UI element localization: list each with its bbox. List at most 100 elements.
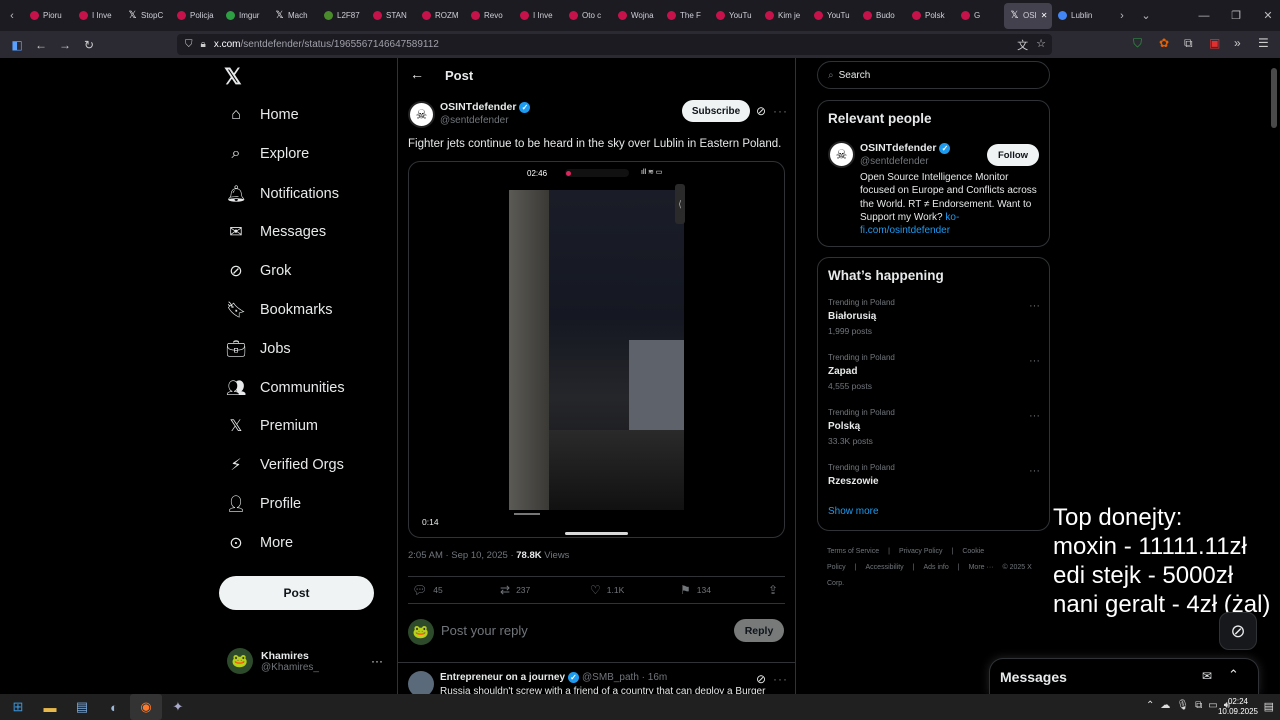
- search-input[interactable]: ⌕ Search: [817, 61, 1050, 89]
- author-name[interactable]: OSINTdefender ✓: [440, 101, 531, 113]
- comment-more-icon[interactable]: ···: [773, 672, 788, 686]
- browser-tab[interactable]: The F: [661, 3, 710, 29]
- app-icon-2[interactable]: ✦: [162, 694, 194, 720]
- video-player[interactable]: 02:46 ıll ≋ ▭ ⟨ 0:14: [408, 161, 785, 538]
- trend-more-icon[interactable]: ···: [1029, 410, 1040, 422]
- bookmark-action[interactable]: ⚑ 134: [680, 583, 711, 597]
- post-button[interactable]: Post: [219, 576, 374, 610]
- browser-tab[interactable]: YouTu: [808, 3, 857, 29]
- tray-expand-icon[interactable]: ⌃: [1146, 700, 1154, 711]
- page-scrollbar[interactable]: [1269, 58, 1280, 694]
- footer-link[interactable]: More ···: [969, 564, 994, 571]
- hamburger-menu-icon[interactable]: ☰: [1258, 36, 1269, 50]
- reload-icon[interactable]: ↻: [77, 38, 101, 52]
- author-handle[interactable]: @sentdefender: [440, 115, 509, 126]
- notifications-icon[interactable]: ▤: [1264, 700, 1274, 713]
- browser-tab[interactable]: Polsk: [906, 3, 955, 29]
- trend-item[interactable]: Trending in Poland Rzeszowie ···: [828, 463, 1040, 491]
- account-switcher[interactable]: 🐸 Khamires @Khamires_: [227, 648, 319, 674]
- tab-active[interactable]: 𝕏 OSI ✕: [1004, 2, 1052, 29]
- relevant-avatar[interactable]: ☠: [828, 141, 855, 168]
- minimize-icon[interactable]: —: [1192, 10, 1216, 22]
- trend-item[interactable]: Trending in Poland Zapad 4,555 posts ···: [828, 353, 1040, 391]
- maximize-icon[interactable]: ❐: [1224, 9, 1248, 22]
- repost-action[interactable]: ⇄ 237: [500, 583, 530, 597]
- extensions-icon[interactable]: ⧉: [1184, 36, 1193, 51]
- tab-scroll-left-icon[interactable]: ‹: [0, 10, 24, 22]
- network-icon[interactable]: ▭: [1208, 700, 1217, 711]
- trend-more-icon[interactable]: ···: [1029, 355, 1040, 367]
- footer-link[interactable]: Ads info: [923, 564, 948, 571]
- follow-button[interactable]: Follow: [987, 144, 1039, 166]
- list-all-tabs-icon[interactable]: ⌄: [1134, 9, 1158, 22]
- back-icon[interactable]: ←: [29, 38, 53, 52]
- trend-item[interactable]: Trending in Poland Polską 33.3K posts ···: [828, 408, 1040, 446]
- browser-tab[interactable]: Pioru: [24, 3, 73, 29]
- nav-item-communities[interactable]: 👥︎ Communities: [226, 378, 345, 398]
- footer-link[interactable]: Terms of Service: [827, 548, 879, 555]
- expand-drawer-icon[interactable]: ⌃: [1228, 667, 1239, 683]
- trend-item[interactable]: Trending in Poland Białorusią 1,999 posts ·…: [828, 298, 1040, 336]
- trend-more-icon[interactable]: ···: [1029, 465, 1040, 477]
- nav-item-jobs[interactable]: 💼︎ Jobs: [226, 339, 291, 359]
- browser-tab[interactable]: Wojna: [612, 3, 661, 29]
- browser-tab[interactable]: STAN: [367, 3, 416, 29]
- reply-action[interactable]: 💬︎ 45: [412, 583, 443, 597]
- nav-item-notifications[interactable]: 🔔︎ Notifications: [226, 184, 339, 204]
- browser-tab[interactable]: L2F87: [318, 3, 367, 29]
- scrollbar-thumb[interactable]: [1271, 68, 1277, 128]
- messages-drawer[interactable]: Messages ✉ ⌃: [989, 658, 1259, 694]
- subscribe-button[interactable]: Subscribe: [682, 100, 750, 122]
- grok-floating-button[interactable]: ⊘: [1219, 612, 1257, 650]
- extension-fox-icon[interactable]: ✿: [1159, 36, 1169, 50]
- browser-tab[interactable]: 𝕏 Mach: [269, 3, 318, 29]
- browser-tab[interactable]: Budo: [857, 3, 906, 29]
- tab-lublin[interactable]: Lublin: [1052, 3, 1104, 29]
- nav-item-grok[interactable]: ⊘ Grok: [226, 261, 291, 281]
- tab-scroll-right-icon[interactable]: ›: [1110, 10, 1134, 22]
- nav-item-profile[interactable]: 👤︎ Profile: [226, 494, 301, 514]
- close-tab-icon[interactable]: ✕: [1041, 11, 1048, 20]
- relevant-name[interactable]: OSINTdefender ✓: [860, 142, 951, 154]
- microphone-icon[interactable]: 🎙︎: [1176, 700, 1189, 711]
- cloud-icon[interactable]: ☁: [1160, 700, 1170, 711]
- lock-icon[interactable]: 🔒︎: [201, 39, 206, 50]
- browser-tab[interactable]: I Inve: [514, 3, 563, 29]
- taskbar-clock[interactable]: 02:24 10.09.2025: [1218, 697, 1258, 717]
- nav-item-bookmarks[interactable]: 🔖︎ Bookmarks: [226, 300, 333, 320]
- post-more-icon[interactable]: ···: [773, 104, 788, 118]
- account-more-icon[interactable]: ···: [371, 654, 383, 668]
- browser-tab[interactable]: Kim je: [759, 3, 808, 29]
- file-explorer-icon[interactable]: ▬: [34, 694, 66, 720]
- nav-item-explore[interactable]: ⌕ Explore: [226, 145, 310, 163]
- usb-icon[interactable]: ⧉: [1195, 700, 1202, 711]
- browser-tab[interactable]: Oto c: [563, 3, 612, 29]
- footer-link[interactable]: Accessibility: [866, 564, 904, 571]
- comment-grok-icon[interactable]: ⊘: [756, 672, 766, 686]
- relevant-handle[interactable]: @sentdefender: [860, 156, 929, 167]
- steam-icon[interactable]: ◐: [98, 694, 130, 720]
- extension-shield-icon[interactable]: ⛉: [1133, 36, 1142, 51]
- address-bar[interactable]: ⛉ 🔒︎ x.com/sentdefender/status/196556714…: [177, 34, 1052, 55]
- browser-tab[interactable]: Revo: [465, 3, 514, 29]
- bookmark-star-icon[interactable]: ☆: [1036, 37, 1046, 53]
- extension-badge-icon[interactable]: ▣: [1209, 36, 1220, 50]
- reply-button[interactable]: Reply: [734, 619, 784, 642]
- share-action[interactable]: ⇪: [768, 583, 778, 597]
- nav-item-premium[interactable]: 𝕏 Premium: [226, 416, 318, 436]
- windows-start-icon[interactable]: ⊞: [2, 694, 34, 720]
- nav-item-home[interactable]: ⌂ Home: [226, 106, 299, 124]
- author-avatar[interactable]: ☠: [408, 101, 435, 128]
- close-window-icon[interactable]: ✕: [1256, 9, 1280, 22]
- back-arrow-icon[interactable]: ←: [410, 66, 424, 82]
- grok-icon[interactable]: ⊘: [756, 104, 766, 118]
- shield-icon[interactable]: ⛉: [185, 39, 193, 50]
- x-logo-icon[interactable]: 𝕏: [224, 64, 242, 90]
- comment-author[interactable]: Entrepreneur on a journey ✓ @SMB_path · 16…: [440, 672, 667, 683]
- show-more-link[interactable]: Show more: [828, 506, 879, 517]
- new-message-icon[interactable]: ✉: [1202, 669, 1212, 683]
- nav-item-messages[interactable]: ✉ Messages: [226, 222, 326, 242]
- browser-tab[interactable]: G: [955, 3, 1004, 29]
- nav-item-more[interactable]: ⊙ More: [226, 533, 293, 553]
- browser-tab[interactable]: YouTu: [710, 3, 759, 29]
